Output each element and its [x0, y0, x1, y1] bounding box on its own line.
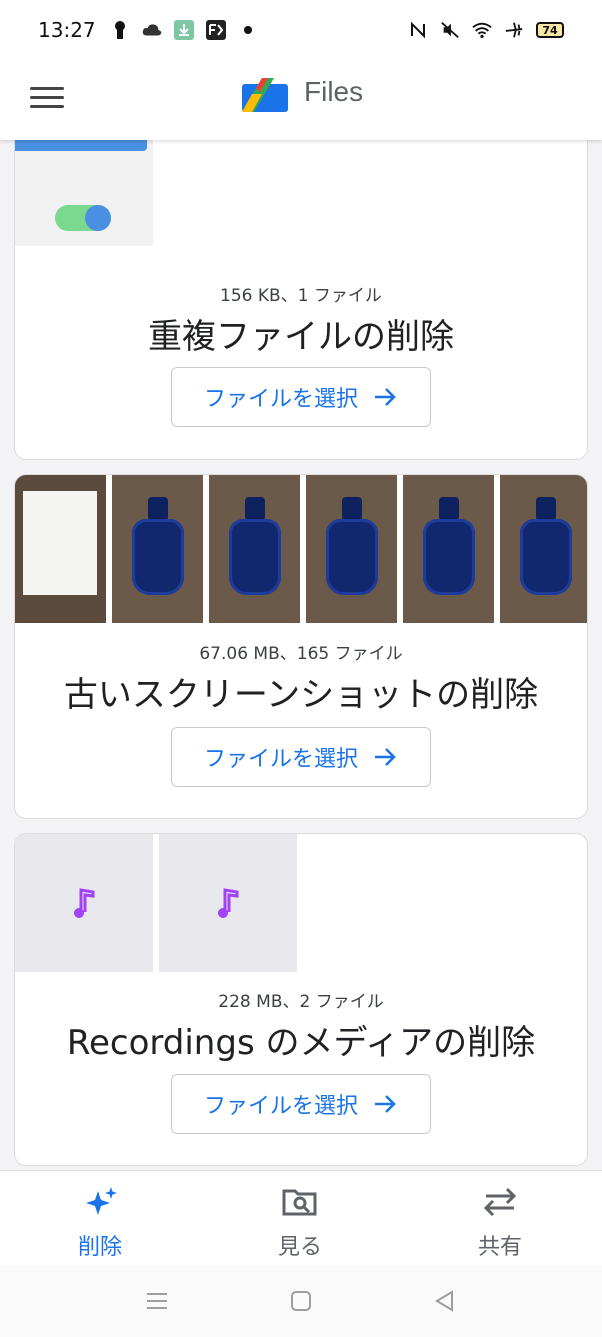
app-icon [205, 20, 226, 40]
select-files-button[interactable]: ファイルを選択 [171, 367, 431, 427]
menu-button[interactable] [30, 82, 64, 112]
nav-label: 見る [277, 1235, 322, 1260]
bottle-shape [326, 519, 378, 595]
audio-thumbnail[interactable] [15, 834, 153, 972]
thumb-banner [15, 140, 147, 151]
bottle-thumbnail[interactable] [500, 475, 587, 623]
bottle-cap [536, 497, 556, 521]
receipt-thumbnail[interactable] [15, 475, 106, 623]
card-thumbnails [15, 475, 587, 623]
app-bar: Files [0, 60, 602, 140]
bottle-thumbnail[interactable] [209, 475, 300, 623]
menu-line [30, 95, 64, 99]
bottle-thumbnail[interactable] [403, 475, 494, 623]
old-screenshots-card: 67.06 MB、165 ファイル 古いスクリーンショットの削除 ファイルを選択 [14, 474, 588, 819]
battery-indicator: 74 [536, 22, 564, 38]
mute-icon [440, 20, 460, 40]
nav-item-browse[interactable]: 見る [240, 1185, 360, 1261]
music-note-icon [74, 888, 95, 918]
music-note-icon [218, 888, 239, 918]
nav-label: 共有 [477, 1235, 522, 1260]
card-thumbnails [15, 834, 297, 982]
sparkle-icon [86, 1187, 117, 1215]
dot-icon [238, 20, 258, 40]
system-navigation [0, 1266, 602, 1337]
wifi-icon [472, 20, 492, 40]
card-title: 古いスクリーンショットの削除 [63, 675, 539, 715]
nfc-icon [408, 20, 428, 40]
receipt-shape [23, 491, 97, 595]
bottle-cap [439, 497, 459, 521]
select-files-label: ファイルを選択 [203, 747, 358, 772]
bottom-navigation: 削除 見る 共有 [0, 1170, 602, 1266]
keyhole-icon [110, 20, 130, 40]
select-files-label: ファイルを選択 [203, 387, 358, 412]
card-thumbnails [15, 140, 153, 269]
folder-search-icon [282, 1189, 317, 1216]
card-meta: 67.06 MB、165 ファイル [199, 644, 403, 664]
files-logo-icon [242, 78, 288, 112]
status-bar: 13:27 74 [0, 0, 602, 60]
bottle-thumbnail[interactable] [306, 475, 397, 623]
audio-thumbnail[interactable] [159, 834, 297, 972]
arrow-right-icon [375, 388, 396, 406]
bottle-shape [132, 519, 184, 595]
recordings-media-card: 228 MB、2 ファイル Recordings のメディアの削除 ファイルを選… [14, 833, 588, 1166]
select-files-label: ファイルを選択 [203, 1094, 358, 1119]
arrow-right-icon [375, 1095, 396, 1113]
arrow-right-icon [375, 748, 396, 766]
nav-item-share[interactable]: 共有 [440, 1185, 560, 1261]
content-list[interactable]: 156 KB、1 ファイル 重複ファイルの削除 ファイルを選択 67.06 MB… [0, 140, 602, 1170]
app-title: Files [304, 76, 364, 107]
thumb-toggle-knob [85, 205, 111, 231]
bottle-cap [148, 497, 168, 521]
menu-line [30, 86, 64, 90]
screenshot-thumbnail[interactable] [15, 140, 153, 246]
card-meta: 228 MB、2 ファイル [218, 992, 384, 1012]
recents-menu-icon[interactable] [144, 1288, 170, 1314]
select-files-button[interactable]: ファイルを選択 [171, 727, 431, 787]
select-files-button[interactable]: ファイルを選択 [171, 1074, 431, 1134]
bottle-cap [245, 497, 265, 521]
card-title: 重複ファイルの削除 [148, 317, 454, 357]
card-meta: 156 KB、1 ファイル [220, 286, 382, 306]
status-time: 13:27 [38, 18, 96, 42]
duplicate-files-card: 156 KB、1 ファイル 重複ファイルの削除 ファイルを選択 [14, 140, 588, 460]
swap-arrows-icon [483, 1187, 517, 1217]
bottle-shape [520, 519, 572, 595]
card-title: Recordings のメディアの削除 [66, 1023, 536, 1063]
menu-line [30, 104, 64, 108]
home-square-icon[interactable] [288, 1288, 314, 1314]
nav-item-clean[interactable]: 削除 [40, 1185, 160, 1261]
cloud-icon [142, 20, 162, 40]
bottle-cap [342, 497, 362, 521]
nav-label: 削除 [77, 1235, 122, 1260]
bottle-thumbnail[interactable] [112, 475, 203, 623]
bottle-shape [423, 519, 475, 595]
back-triangle-icon[interactable] [432, 1288, 458, 1314]
bottle-shape [229, 519, 281, 595]
download-icon [173, 20, 194, 40]
airplane-icon [504, 20, 524, 40]
